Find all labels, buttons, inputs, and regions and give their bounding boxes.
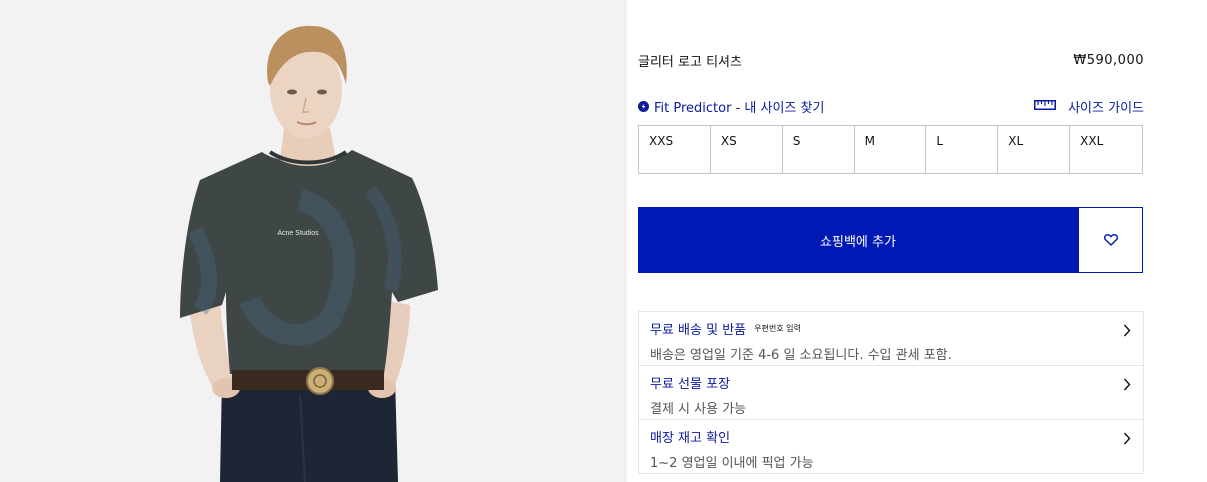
gift-wrap-item[interactable]: 무료 선물 포장 결제 시 사용 가능 (639, 366, 1143, 420)
size-option-s[interactable]: S (782, 126, 855, 173)
chevron-right-icon (1123, 376, 1131, 395)
ruler-icon (1034, 99, 1057, 114)
model-photo: Acne Studios (180, 25, 438, 482)
product-detail-panel: 글리터 로고 티셔츠 ₩590,000 Fit Predictor - 내 사이… (638, 0, 1144, 482)
size-guide-link[interactable]: 사이즈 가이드 (1034, 97, 1144, 116)
add-to-bag-button[interactable]: 쇼핑백에 추가 (638, 207, 1078, 273)
fit-predictor-link[interactable]: Fit Predictor - 내 사이즈 찾기 (638, 97, 824, 116)
service-info-list: 무료 배송 및 반품 우편번호 입력 배송은 영업일 기준 4-6 일 소요됩니… (638, 311, 1144, 474)
size-option-xl[interactable]: XL (998, 126, 1071, 173)
product-header: 글리터 로고 티셔츠 ₩590,000 (638, 50, 1144, 70)
store-stock-title: 매장 재고 확인 (650, 431, 731, 446)
free-shipping-item[interactable]: 무료 배송 및 반품 우편번호 입력 배송은 영업일 기준 4-6 일 소요됩니… (639, 312, 1143, 366)
size-option-m[interactable]: M (854, 126, 927, 173)
size-option-xxl[interactable]: XXL (1070, 126, 1142, 173)
wishlist-button[interactable] (1078, 207, 1143, 273)
store-stock-item[interactable]: 매장 재고 확인 1~2 영업일 이내에 픽업 가능 (639, 420, 1143, 473)
size-selector: XXS XS S M L XL XXL (638, 125, 1143, 174)
cart-actions: 쇼핑백에 추가 (638, 207, 1143, 273)
fit-row: Fit Predictor - 내 사이즈 찾기 사이즈 가이드 (638, 96, 1144, 116)
product-image[interactable]: Acne Studios (0, 0, 627, 482)
size-option-l[interactable]: L (926, 126, 999, 173)
free-shipping-title: 무료 배송 및 반품 (650, 323, 747, 338)
size-guide-label: 사이즈 가이드 (1068, 100, 1144, 116)
product-price: ₩590,000 (1073, 52, 1144, 68)
heart-icon (1103, 231, 1118, 250)
fit-predictor-label: Fit Predictor - 내 사이즈 찾기 (654, 100, 825, 116)
size-option-xxs[interactable]: XXS (639, 126, 711, 173)
postcode-link[interactable]: 우편번호 입력 (754, 323, 801, 334)
product-title: 글리터 로고 티셔츠 (638, 54, 742, 70)
store-stock-desc: 1~2 영업일 이내에 픽업 가능 (650, 456, 814, 471)
tshirt-logo-text: Acne Studios (277, 230, 319, 237)
gift-wrap-desc: 결제 시 사용 가능 (650, 402, 747, 417)
fit-predictor-icon (638, 100, 649, 112)
free-shipping-desc: 배송은 영업일 기준 4-6 일 소요됩니다. 수입 관세 포함. (650, 348, 952, 363)
chevron-right-icon (1123, 430, 1131, 449)
chevron-right-icon (1123, 322, 1131, 341)
size-option-xs[interactable]: XS (710, 126, 783, 173)
gift-wrap-title: 무료 선물 포장 (650, 377, 731, 392)
